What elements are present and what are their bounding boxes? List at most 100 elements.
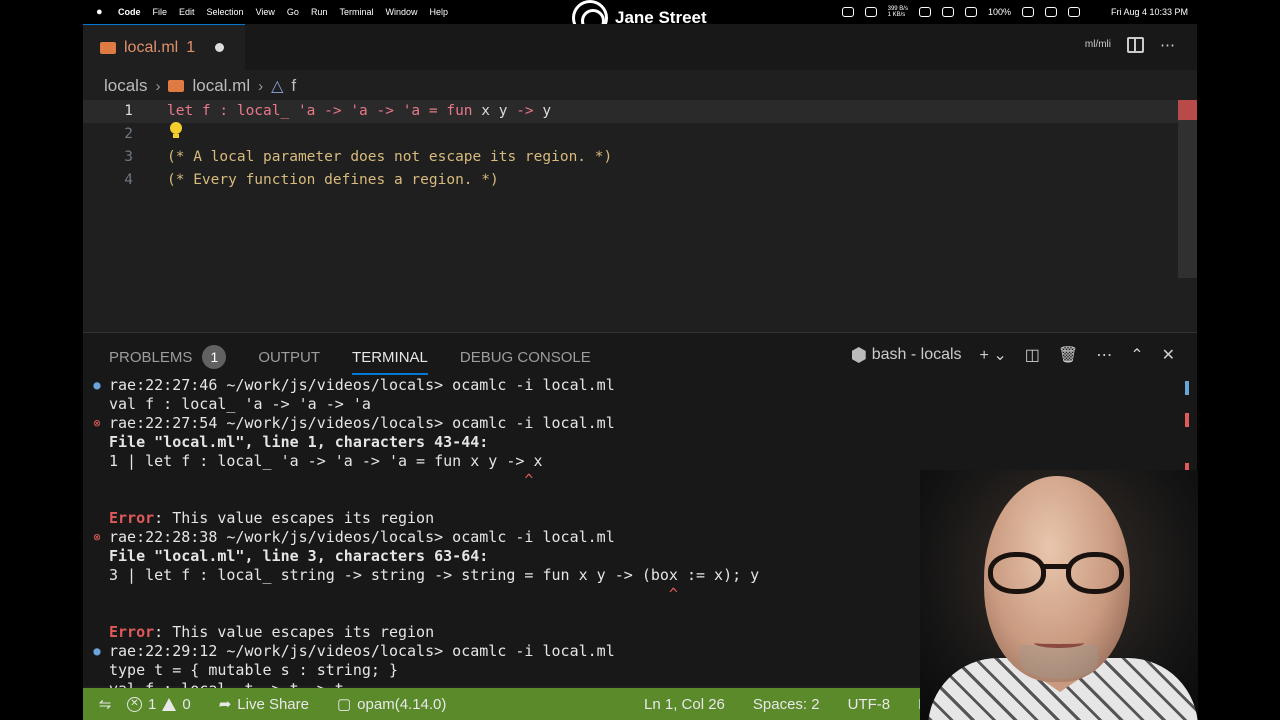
- switch-ml-mli-button[interactable]: ml/mli: [1085, 40, 1111, 50]
- terminal-segment: : This value escapes its region: [154, 509, 435, 527]
- menu-go[interactable]: Go: [287, 7, 299, 17]
- code-line[interactable]: 2: [83, 123, 1178, 146]
- terminal-segment: [109, 471, 524, 489]
- tab-problem-count: 1: [186, 38, 196, 56]
- terminal-segment: Error: [109, 509, 155, 527]
- menu-clock[interactable]: Fri Aug 4 10:33 PM: [1111, 0, 1188, 24]
- breadcrumb-symbol[interactable]: f: [291, 76, 296, 96]
- terminal-text: Error: This value escapes its region: [109, 509, 434, 528]
- display-icon[interactable]: [918, 7, 931, 17]
- ocaml-file-icon: [100, 41, 116, 54]
- tab-local-ml[interactable]: local.ml 1: [83, 24, 245, 70]
- menu-file[interactable]: File: [153, 7, 168, 17]
- apple-icon[interactable]: ●: [96, 6, 106, 18]
- presenter-beard: [1020, 645, 1098, 679]
- new-terminal-icon[interactable]: + ⌄: [980, 345, 1007, 365]
- more-actions-icon[interactable]: ⋯: [1096, 345, 1112, 365]
- editor-scrollbar[interactable]: [1178, 100, 1197, 278]
- glasses-bridge: [1044, 564, 1068, 569]
- terminal-text: rae:22:27:54 ~/work/js/videos/locals> oc…: [109, 414, 615, 433]
- line-number: 4: [124, 172, 133, 188]
- code-token: ->: [516, 103, 543, 119]
- live-share-icon: ➦: [218, 696, 232, 713]
- tab-terminal[interactable]: TERMINAL: [352, 347, 428, 375]
- menu-selection[interactable]: Selection: [207, 7, 244, 17]
- terminal-segment: rae:22:27:54 ~/work/js/videos/locals> oc…: [109, 414, 615, 432]
- line-number: 2: [124, 126, 133, 142]
- network-speed: 399 B/s 1 KB/s: [887, 6, 908, 18]
- breadcrumb-folder[interactable]: locals: [104, 76, 147, 96]
- shell-name: bash - locals: [871, 346, 962, 363]
- breadcrumb-file[interactable]: local.ml: [192, 76, 250, 96]
- record-icon[interactable]: [941, 7, 954, 17]
- code-editor[interactable]: 1 let f : local_ 'a -> 'a -> 'a = fun x y…: [83, 100, 1197, 330]
- split-editor-icon[interactable]: [1127, 37, 1144, 53]
- line-number: 1: [124, 103, 133, 119]
- unsaved-dot-icon[interactable]: [215, 43, 225, 52]
- terminal-segment: Error: [109, 623, 155, 641]
- trash-icon[interactable]: 🗑: [1058, 345, 1078, 365]
- more-actions-icon[interactable]: ⋯: [1160, 36, 1175, 54]
- indentation[interactable]: Spaces: 2: [753, 696, 820, 713]
- tab-debug-console[interactable]: DEBUG CONSOLE: [460, 347, 591, 375]
- menu-window[interactable]: Window: [385, 7, 417, 17]
- terminal-segment: rae:22:27:46 ~/work/js/videos/locals> oc…: [109, 376, 615, 394]
- editor-actions: ml/mli ⋯: [1085, 36, 1175, 54]
- terminal-segment: File "local.ml", line 1, characters 43-4…: [109, 433, 489, 451]
- command-failed-icon[interactable]: ⊗: [91, 528, 103, 547]
- sync-icon[interactable]: [864, 7, 877, 17]
- status-right-group: Ln 1, Col 26 Spaces: 2 UTF-8 LF: [644, 688, 964, 720]
- command-success-icon[interactable]: ●: [91, 376, 103, 395]
- command-success-icon[interactable]: ●: [91, 642, 103, 661]
- code-line[interactable]: 1 let f : local_ 'a -> 'a -> 'a = fun x y…: [83, 100, 1178, 123]
- terminal-shell-selector[interactable]: bash - locals: [851, 346, 962, 364]
- terminal-segment: 3 | let f : local_ string -> string -> s…: [109, 566, 760, 584]
- lightbulb-icon[interactable]: [170, 122, 182, 138]
- split-terminal-icon[interactable]: ◫: [1025, 345, 1040, 365]
- maximize-panel-icon[interactable]: ⌃: [1130, 345, 1143, 365]
- breadcrumb: locals › local.ml › △ f: [104, 74, 296, 98]
- code-line[interactable]: 4 (* Every function defines a region. *): [83, 169, 1178, 192]
- live-share-button[interactable]: ➦ Live Share: [218, 695, 309, 714]
- menu-app-code[interactable]: Code: [118, 7, 141, 17]
- code-token: (* A local parameter does not escape its…: [167, 149, 613, 165]
- package-icon: ▢: [336, 696, 352, 713]
- volume-icon[interactable]: [964, 7, 977, 17]
- problems-status[interactable]: ✕ 1 0: [127, 696, 191, 713]
- menu-terminal[interactable]: Terminal: [339, 7, 373, 17]
- opam-switch-button[interactable]: ▢ opam(4.14.0): [336, 695, 446, 714]
- menu-edit[interactable]: Edit: [179, 7, 195, 17]
- panel-tabs: PROBLEMS 1 OUTPUT TERMINAL DEBUG CONSOLE: [109, 345, 623, 375]
- tab-filename: local.ml: [124, 38, 179, 56]
- code-line[interactable]: 3 (* A local parameter does not escape it…: [83, 146, 1178, 169]
- command-failed-icon[interactable]: ⊗: [91, 414, 103, 433]
- terminal-text: rae:22:28:38 ~/work/js/videos/locals> oc…: [109, 528, 615, 547]
- tab-debug-console-label: DEBUG CONSOLE: [459, 349, 591, 366]
- terminal-text: val f : local_ 'a -> 'a -> 'a: [109, 395, 371, 414]
- close-panel-icon[interactable]: ✕: [1162, 345, 1175, 365]
- globe-icon[interactable]: [841, 7, 854, 17]
- wifi-icon[interactable]: [1045, 7, 1057, 17]
- remote-indicator-icon[interactable]: ⇋: [83, 688, 127, 720]
- menu-run[interactable]: Run: [311, 7, 328, 17]
- tab-terminal-label: TERMINAL: [352, 349, 428, 366]
- terminal-text: type t = { mutable s : string; }: [109, 661, 398, 680]
- terminal-text: rae:22:29:12 ~/work/js/videos/locals> oc…: [109, 642, 615, 661]
- chevron-right-icon: ›: [258, 77, 264, 95]
- problems-count-badge: 1: [202, 345, 227, 369]
- menu-help[interactable]: Help: [429, 7, 448, 17]
- search-icon[interactable]: [1068, 7, 1080, 17]
- terminal-segment: ^: [668, 585, 678, 603]
- presenter-webcam: [920, 470, 1198, 720]
- tab-problems[interactable]: PROBLEMS 1: [109, 345, 227, 375]
- battery-icon[interactable]: [1022, 7, 1034, 17]
- menu-view[interactable]: View: [256, 7, 275, 17]
- terminal-text: ^: [109, 471, 533, 490]
- terminal-segment: 1 | let f : local_ 'a -> 'a -> 'a = fun …: [109, 452, 543, 470]
- encoding[interactable]: UTF-8: [848, 696, 891, 713]
- error-marker: [1178, 100, 1197, 120]
- tab-output[interactable]: OUTPUT: [258, 347, 320, 375]
- shell-icon: [851, 347, 866, 363]
- cursor-position[interactable]: Ln 1, Col 26: [644, 696, 725, 713]
- terminal-text: File "local.ml", line 1, characters 43-4…: [109, 433, 488, 452]
